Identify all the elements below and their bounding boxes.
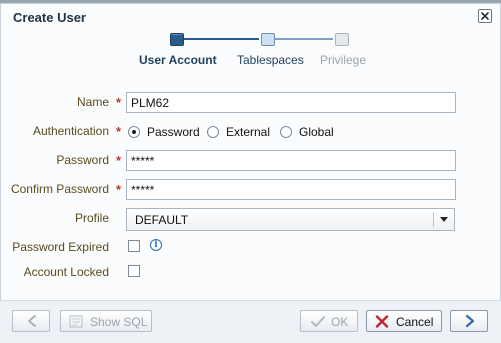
authentication-label: Authentication: [32, 124, 109, 138]
train-connector: [275, 38, 333, 40]
auth-global-radio[interactable]: [280, 126, 292, 138]
name-label: Name: [76, 95, 109, 109]
cancel-label: Cancel: [396, 315, 434, 329]
train-stop-tablespaces[interactable]: [261, 33, 275, 46]
required-mark: *: [116, 182, 122, 197]
required-mark: *: [116, 153, 122, 168]
next-button[interactable]: [450, 310, 488, 332]
auth-external-label[interactable]: External: [226, 125, 270, 139]
ok-label: OK: [331, 315, 349, 329]
password-expired-label: Password Expired: [12, 240, 109, 254]
close-icon[interactable]: [478, 9, 492, 23]
dropdown-arrow-icon[interactable]: [440, 217, 448, 222]
cancel-button[interactable]: Cancel: [366, 310, 442, 332]
sql-icon: [69, 315, 83, 328]
show-sql-label: Show SQL: [90, 315, 148, 329]
account-locked-checkbox[interactable]: [128, 265, 140, 277]
chevron-left-icon: [28, 315, 36, 327]
profile-select[interactable]: DEFAULT: [126, 208, 455, 231]
confirm-password-input[interactable]: [126, 179, 456, 200]
name-input[interactable]: [126, 92, 456, 113]
auth-password-radio[interactable]: [128, 126, 140, 138]
chevron-right-icon: [465, 314, 475, 328]
train-stop-user-account[interactable]: [170, 33, 184, 46]
back-button[interactable]: [12, 310, 50, 332]
dialog-title: Create User: [13, 10, 86, 25]
profile-value: DEFAULT: [135, 213, 189, 227]
password-expired-checkbox[interactable]: [128, 240, 140, 252]
step-label-tablespaces[interactable]: Tablespaces: [237, 53, 304, 67]
profile-label: Profile: [74, 211, 109, 225]
required-mark: *: [116, 124, 122, 139]
train-stop-privilege: [335, 33, 349, 46]
info-icon[interactable]: i: [150, 239, 162, 251]
train-connector: [184, 38, 259, 40]
cancel-x-icon: [375, 315, 389, 328]
show-sql-button[interactable]: Show SQL: [60, 310, 152, 332]
account-locked-label: Account Locked: [23, 265, 109, 279]
auth-password-label[interactable]: Password: [147, 125, 200, 139]
step-train: User Account Tablespaces Privilege: [0, 26, 501, 76]
step-label-user-account[interactable]: User Account: [139, 53, 217, 67]
checkmark-icon: [311, 316, 325, 327]
required-mark: *: [116, 95, 122, 110]
step-label-privilege: Privilege: [320, 53, 367, 67]
confirm-password-label: Confirm Password: [10, 182, 109, 196]
auth-global-label[interactable]: Global: [299, 125, 334, 139]
ok-button[interactable]: OK: [300, 310, 358, 332]
auth-external-radio[interactable]: [207, 126, 219, 138]
password-input[interactable]: [126, 150, 456, 171]
select-divider: [433, 212, 434, 227]
password-label: Password: [56, 153, 109, 167]
